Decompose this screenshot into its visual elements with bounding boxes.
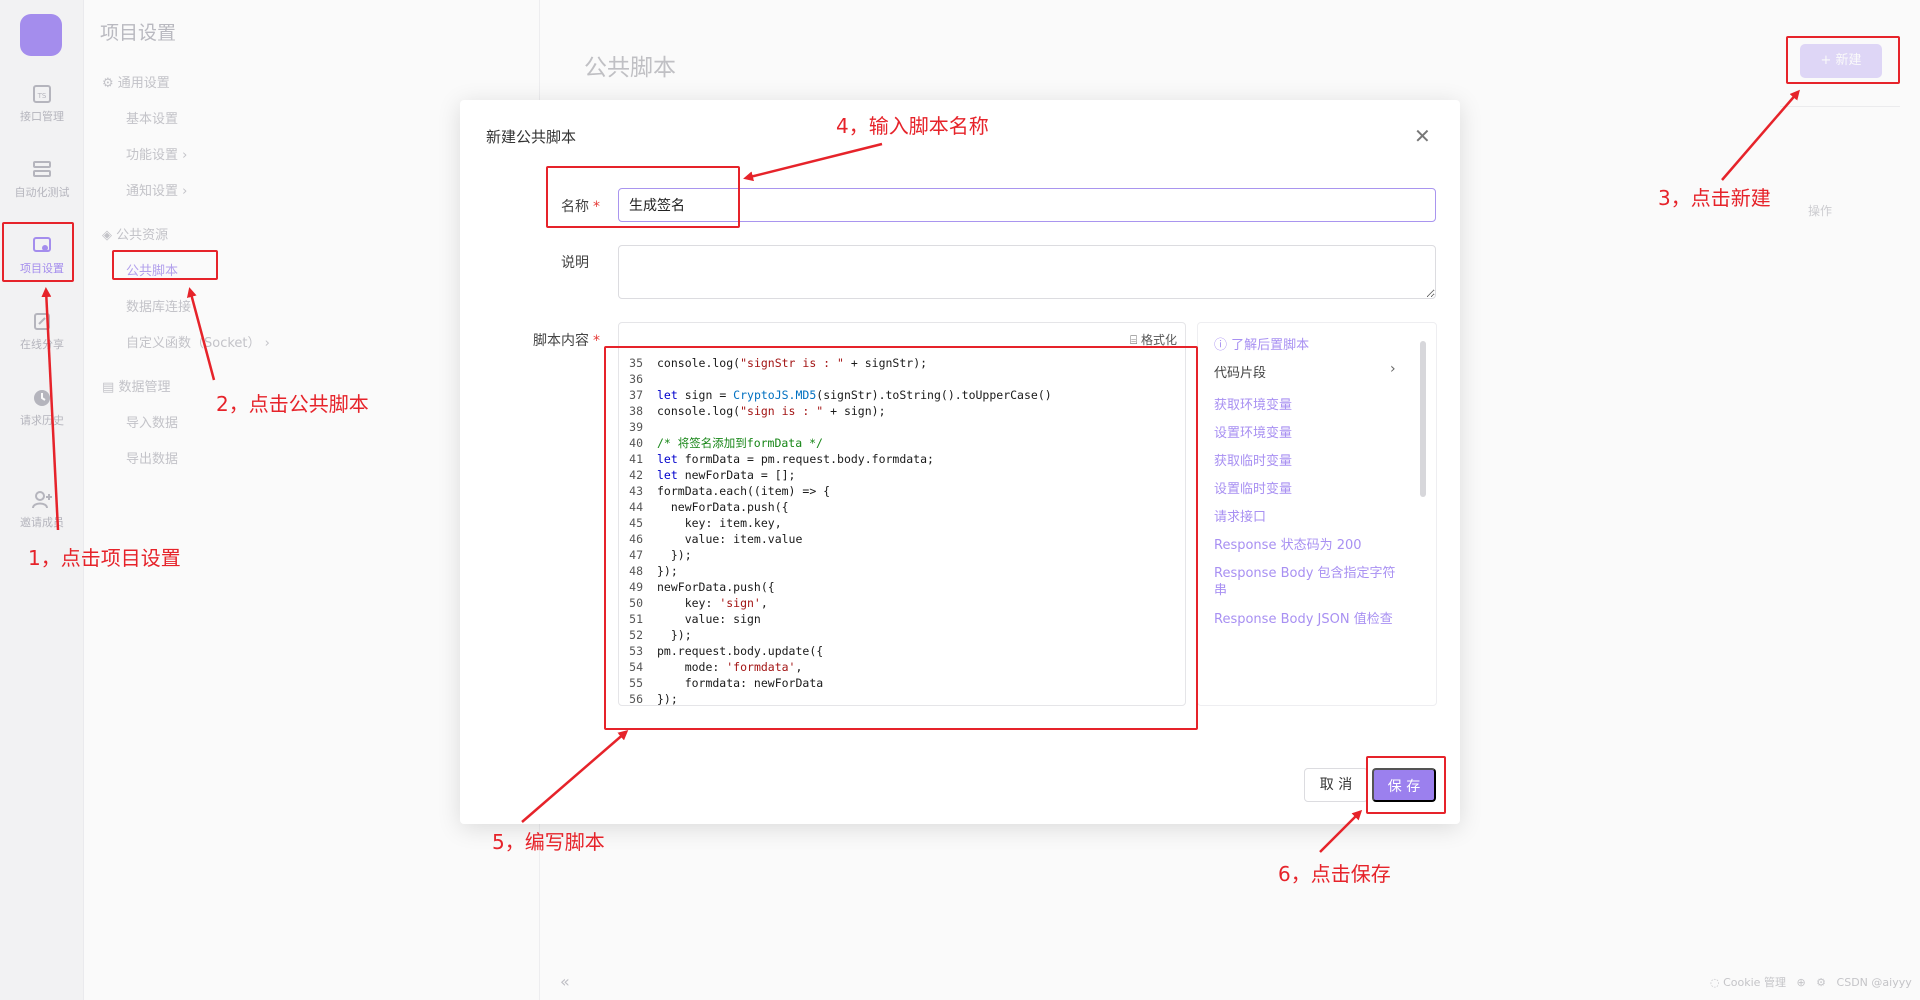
annotation-step-4: 4，输入脚本名称 <box>836 114 989 138</box>
description-input[interactable] <box>618 245 1436 299</box>
code-snippets-header[interactable]: 代码片段 <box>1214 365 1402 382</box>
close-icon[interactable]: ✕ <box>1414 124 1431 148</box>
snippet-request[interactable]: 请求接口 <box>1214 509 1402 526</box>
help-circle-icon: ⓘ <box>1214 338 1228 353</box>
format-icon: ⌸ <box>1129 333 1138 347</box>
snippet-set-env[interactable]: 设置环境变量 <box>1214 425 1402 442</box>
snippet-json-check[interactable]: Response Body JSON 值检查 <box>1214 611 1402 628</box>
snippet-get-env[interactable]: 获取环境变量 <box>1214 397 1402 414</box>
annotation-box-name <box>546 166 740 228</box>
annotation-box-save <box>1366 756 1446 814</box>
script-content-label: 脚本内容 * <box>533 333 600 349</box>
annotation-step-2: 2，点击公共脚本 <box>216 392 369 416</box>
annotation-step-1: 1，点击项目设置 <box>28 546 181 570</box>
snippet-set-temp[interactable]: 设置临时变量 <box>1214 481 1402 498</box>
annotation-step-5: 5，编写脚本 <box>492 830 605 854</box>
chevron-right-icon[interactable]: › <box>1390 361 1396 377</box>
annotation-box-editor <box>604 346 1198 730</box>
app-root: TS 接口管理 自动化测试 项目设置 在线分享 请求历史 邀请成员 项目设置 ⚙… <box>0 0 1920 1000</box>
snippet-scrollbar[interactable] <box>1420 341 1426 497</box>
name-input[interactable] <box>618 188 1436 222</box>
annotation-box-public-scripts <box>112 250 218 280</box>
snippet-panel: ⓘ 了解后置脚本 代码片段 › 获取环境变量 设置环境变量 获取临时变量 设置临… <box>1197 322 1437 706</box>
learn-post-script-link[interactable]: ⓘ 了解后置脚本 <box>1214 337 1402 354</box>
annotation-step-6: 6，点击保存 <box>1278 862 1391 886</box>
annotation-step-3: 3，点击新建 <box>1658 186 1771 210</box>
snippet-body-contains[interactable]: Response Body 包含指定字符串 <box>1214 565 1402 599</box>
annotation-box-new-button <box>1786 36 1900 84</box>
annotation-box-project-settings <box>2 222 74 282</box>
snippet-status-200[interactable]: Response 状态码为 200 <box>1214 537 1402 554</box>
dialog-title: 新建公共脚本 <box>486 128 577 146</box>
cancel-button[interactable]: 取 消 <box>1304 768 1368 802</box>
description-label: 说明* <box>561 255 589 271</box>
snippet-get-temp[interactable]: 获取临时变量 <box>1214 453 1402 470</box>
